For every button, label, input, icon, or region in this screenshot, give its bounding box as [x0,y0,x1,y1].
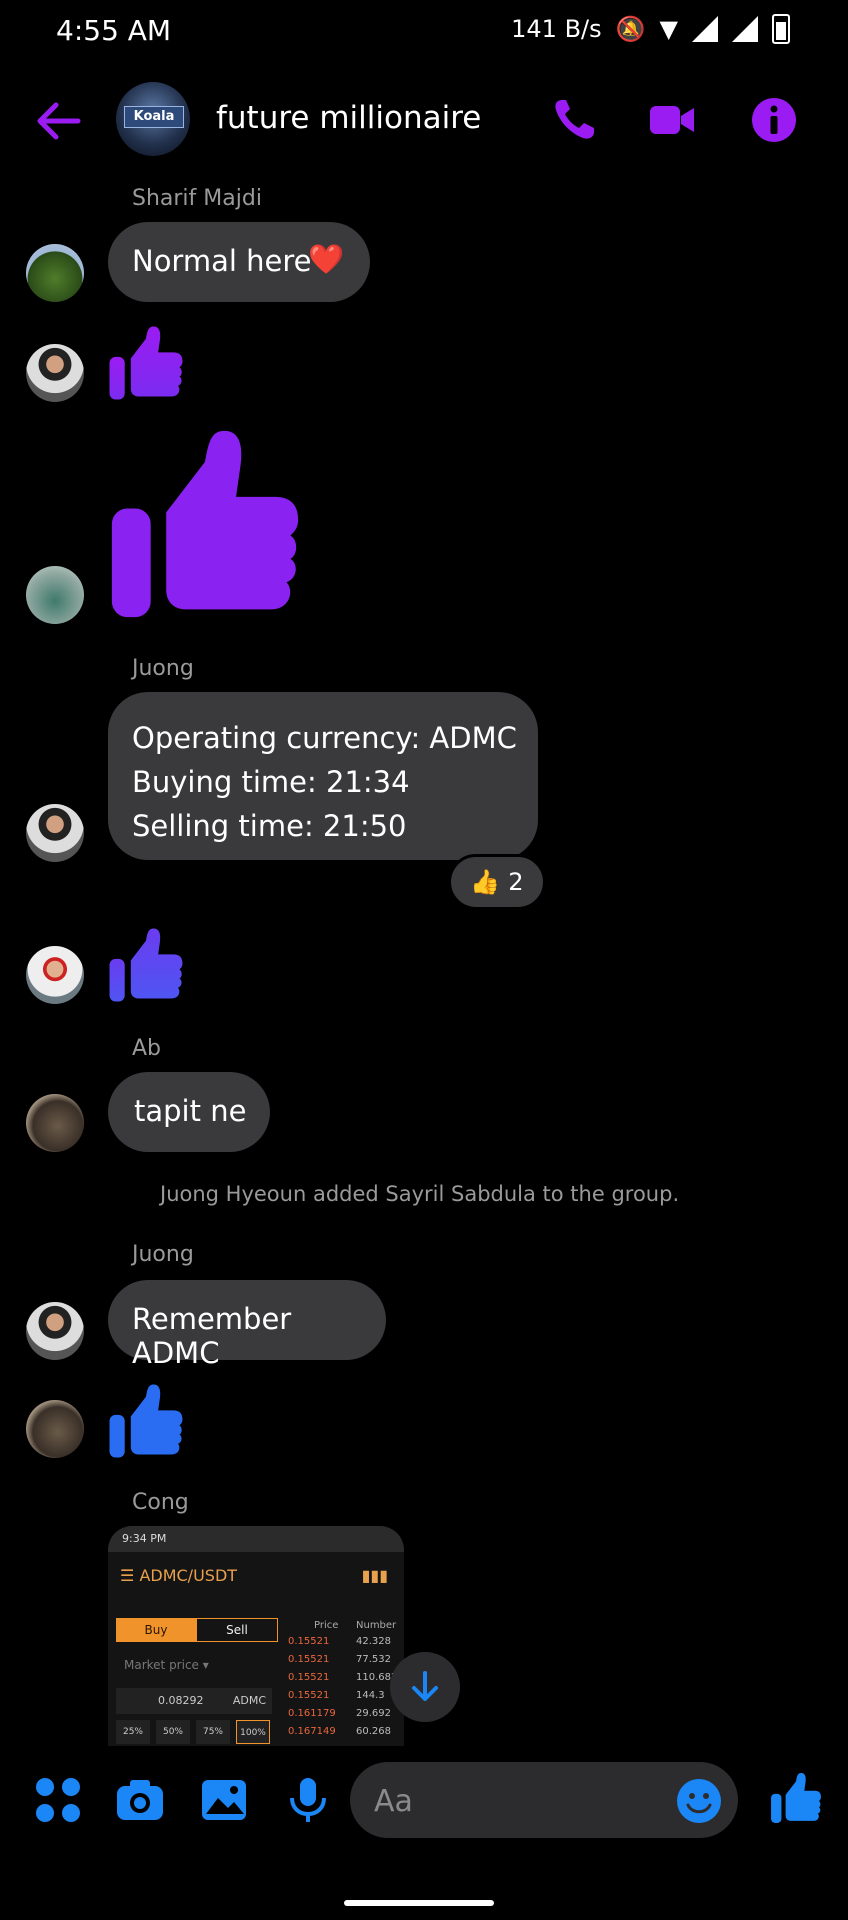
reaction-badge[interactable]: 👍 2 [448,854,546,910]
message-line: Operating currency: ADMC [132,721,517,755]
message-bubble[interactable]: Operating currency: ADMC Buying time: 21… [108,692,538,860]
group-logo: Koala [124,106,184,128]
like-thumb-large-icon[interactable] [108,426,302,622]
status-icons: 141 B/s 🔕 ▼ [511,14,790,44]
avatar[interactable] [26,804,84,862]
sell-tab: Sell [196,1618,278,1642]
message-text: Remember ADMC [132,1302,292,1370]
message-text: tapit ne [134,1094,247,1128]
status-time: 4:55 AM [56,14,172,47]
gallery-icon[interactable] [198,1774,250,1826]
battery-icon [772,14,790,44]
order-price: 0.15521 [288,1654,330,1665]
market-price-text: Market price [124,1658,199,1672]
message-line: Buying time: 21:34 [132,765,410,799]
arrow-down-icon [412,1671,438,1701]
buy-tab: Buy [116,1618,196,1642]
video-call-icon[interactable] [648,96,696,144]
sender-name: Ab [132,1036,162,1061]
percent-50: 50% [156,1720,190,1744]
menu-dots-icon[interactable] [32,1774,84,1826]
sender-name: Cong [132,1490,189,1515]
microphone-icon[interactable] [282,1774,334,1826]
pair-label: ADMC/USDT [139,1566,238,1585]
order-price: 0.167149 [288,1726,336,1737]
message-line: Selling time: 21:50 [132,809,407,843]
avatar[interactable] [26,244,84,302]
message-text: Normal here [132,244,312,278]
network-speed: 141 B/s [511,15,602,43]
screenshot-time: 9:34 PM [122,1532,167,1545]
price-column-header: Price [314,1620,339,1631]
signal-icon-sim2 [732,16,758,42]
home-indicator[interactable] [344,1900,494,1906]
percent-75: 75% [196,1720,230,1744]
order-number: 42.328 [356,1636,391,1647]
like-thumb-icon[interactable] [108,1382,184,1460]
message-bubble[interactable]: Remember ADMC [108,1280,386,1370]
system-message: Juong Hyeoun added Sayril Sabdula to the… [160,1182,680,1206]
image-message[interactable]: 9:34 PM ☰ ADMC/USDT ▮▮▮ Buy Sell Market … [108,1526,404,1746]
avatar[interactable] [26,344,84,402]
wifi-icon: ▼ [659,15,678,43]
order-price: 0.15521 [288,1636,330,1647]
emoji-icon[interactable] [676,1778,722,1824]
market-price-label: Market price ▾ [124,1658,209,1672]
mute-icon: 🔕 [615,15,646,43]
order-number: 60.268 [356,1726,391,1737]
like-thumb-icon[interactable] [108,324,184,402]
amount-value: 0.08292 [158,1694,204,1707]
avatar[interactable] [26,566,84,624]
chat-title[interactable]: future millionaire [216,100,481,136]
sender-name: Juong [132,656,194,681]
group-avatar[interactable]: Koala [116,82,190,156]
back-arrow-icon[interactable] [34,96,84,146]
like-thumb-icon[interactable] [108,926,184,1004]
avatar[interactable] [26,1400,84,1458]
avatar[interactable] [26,1094,84,1152]
screenshot-status-bar: 9:34 PM [108,1526,404,1552]
scroll-to-bottom-button[interactable] [390,1652,460,1722]
percent-100: 100% [236,1720,270,1744]
camera-icon[interactable] [114,1774,166,1826]
sender-name: Sharif Majdi [132,186,262,211]
percent-25: 25% [116,1720,150,1744]
phone-call-icon[interactable] [550,96,598,144]
order-price: 0.15521 [288,1672,330,1683]
chart-icon: ▮▮▮ [361,1566,388,1585]
message-bubble[interactable]: tapit ne [108,1072,270,1152]
order-number: 77.532 [356,1654,391,1665]
order-number: 29.692 [356,1708,391,1719]
message-input-placeholder: Aa [374,1784,413,1819]
amount-field: 0.08292 ADMC [116,1688,272,1714]
sender-name: Juong [132,1242,194,1267]
reaction-emoji: 👍 [470,868,501,896]
order-price: 0.15521 [288,1690,330,1701]
avatar[interactable] [26,1302,84,1360]
number-column-header: Number [356,1620,397,1631]
send-like-icon[interactable] [770,1772,822,1824]
order-number: 144.3 [356,1690,385,1701]
reaction-count: 2 [508,868,524,896]
signal-icon-sim1 [692,16,718,42]
message-text: Operating currency: ADMC Buying time: 21… [132,716,517,848]
heart-emoji: ❤️ [308,242,345,276]
message-bubble[interactable]: Normal here ❤️ [108,222,370,302]
screenshot-pair-title: ☰ ADMC/USDT [120,1566,238,1585]
info-icon[interactable] [750,96,798,144]
avatar[interactable] [26,946,84,1004]
amount-unit: ADMC [232,1694,266,1707]
order-price: 0.161179 [288,1708,336,1719]
